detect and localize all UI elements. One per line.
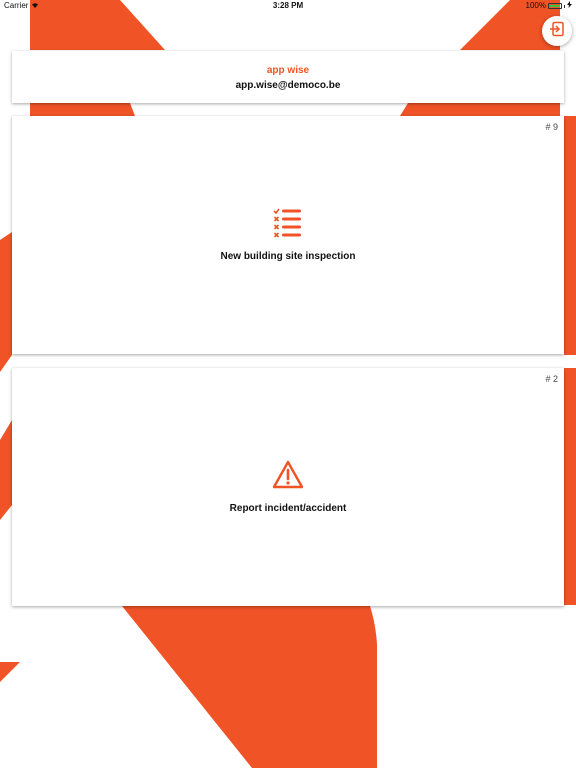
status-bar: Carrier 3:28 PM 100% bbox=[0, 0, 576, 12]
new-inspection-card[interactable]: # 9 New building site inspection bbox=[12, 116, 564, 354]
logout-button[interactable] bbox=[542, 16, 572, 46]
profile-name: app wise bbox=[266, 65, 310, 76]
profile-card: app wise app.wise@democo.be bbox=[12, 51, 564, 103]
checklist-icon bbox=[273, 208, 303, 243]
inspection-count-badge: # 9 bbox=[545, 122, 558, 132]
warning-icon bbox=[272, 460, 304, 495]
clock: 3:28 PM bbox=[272, 1, 304, 10]
profile-email: app.wise@democo.be bbox=[235, 80, 341, 91]
new-inspection-label: New building site inspection bbox=[220, 251, 356, 262]
battery-icon bbox=[548, 3, 562, 9]
report-incident-label: Report incident/accident bbox=[229, 503, 347, 514]
logout-icon bbox=[549, 21, 565, 42]
report-incident-card[interactable]: # 2 Report incident/accident bbox=[12, 368, 564, 606]
battery-percent: 100% bbox=[525, 1, 546, 10]
battery-cap bbox=[564, 4, 565, 8]
incident-count-badge: # 2 bbox=[545, 374, 558, 384]
charging-icon bbox=[567, 0, 572, 12]
